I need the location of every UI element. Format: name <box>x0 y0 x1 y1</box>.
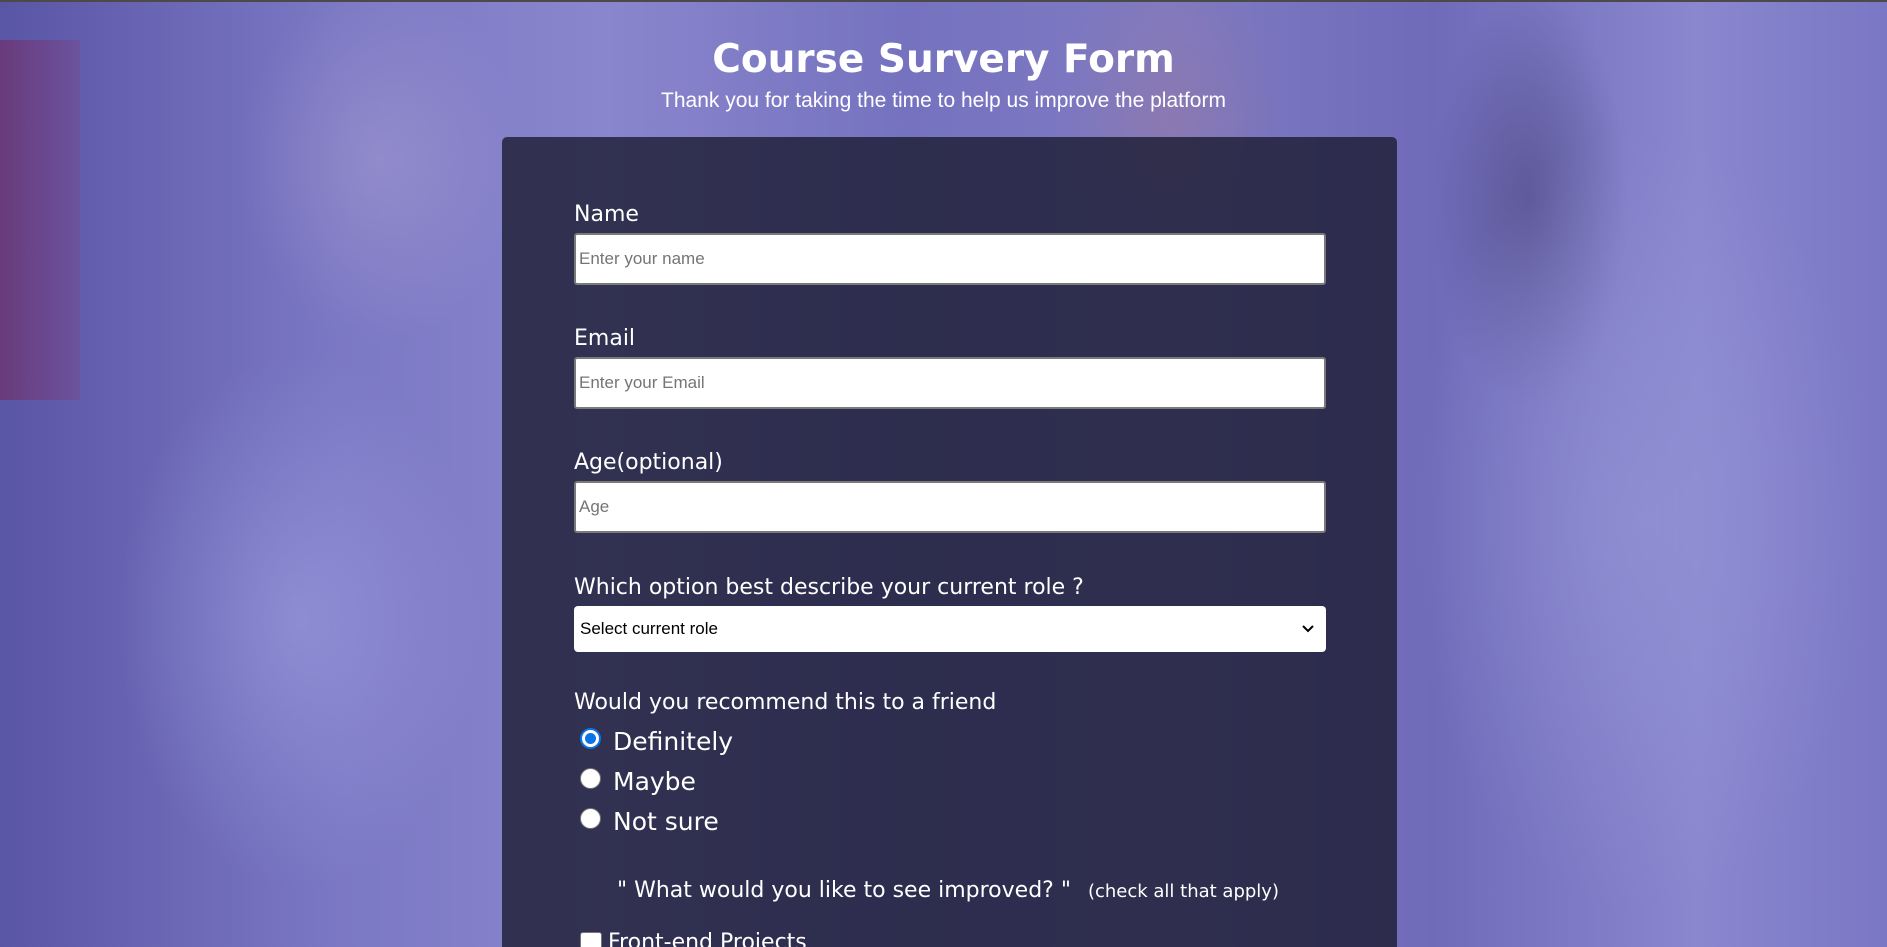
checkbox-label-front-end: Front-end Projects <box>608 930 807 947</box>
role-label: Which option best describe your current … <box>574 575 1084 600</box>
role-field-group: Which option best describe your current … <box>574 574 1326 652</box>
role-select-value: Select current role <box>580 619 718 638</box>
radio-maybe[interactable] <box>580 767 601 789</box>
checkbox-option-front-end[interactable]: Front-end Projects <box>580 930 807 947</box>
page-header: Course Survery Form Thank you for taking… <box>0 32 1887 114</box>
radio-option-definitely[interactable]: Definitely <box>580 721 1326 761</box>
email-field-group: Email <box>574 325 1326 409</box>
radio-label-not-sure: Not sure <box>613 806 719 836</box>
page-title: Course Survery Form <box>712 37 1175 82</box>
role-select[interactable]: Select current role <box>574 606 1326 652</box>
name-input[interactable] <box>574 233 1326 285</box>
radio-label-maybe: Maybe <box>613 766 696 796</box>
radio-not-sure[interactable] <box>580 807 601 829</box>
radio-definitely[interactable] <box>580 727 601 749</box>
improve-question: " What would you like to see improved? "… <box>617 878 1279 903</box>
top-border <box>0 0 1887 2</box>
age-field-group: Age(optional) <box>574 449 1326 533</box>
age-input[interactable] <box>574 481 1326 533</box>
improve-hint: (check all that apply) <box>1087 881 1279 902</box>
email-label: Email <box>574 326 636 351</box>
checkbox-front-end[interactable] <box>580 931 602 947</box>
radio-option-maybe[interactable]: Maybe <box>580 761 1326 801</box>
name-label: Name <box>574 202 639 227</box>
age-label: Age(optional) <box>574 450 723 475</box>
page-subtitle: Thank you for taking the time to help us… <box>661 89 1226 112</box>
improve-question-text: " What would you like to see improved? " <box>617 878 1071 903</box>
email-input[interactable] <box>574 357 1326 409</box>
recommend-field-group: Would you recommend this to a friend Def… <box>574 689 1326 841</box>
chevron-down-icon <box>1302 625 1314 633</box>
survey-form: Name Email Age(optional) Which option be… <box>502 137 1397 947</box>
name-field-group: Name <box>574 201 1326 285</box>
radio-label-definitely: Definitely <box>613 726 734 756</box>
recommend-label: Would you recommend this to a friend <box>574 690 997 715</box>
radio-option-not-sure[interactable]: Not sure <box>580 801 1326 841</box>
